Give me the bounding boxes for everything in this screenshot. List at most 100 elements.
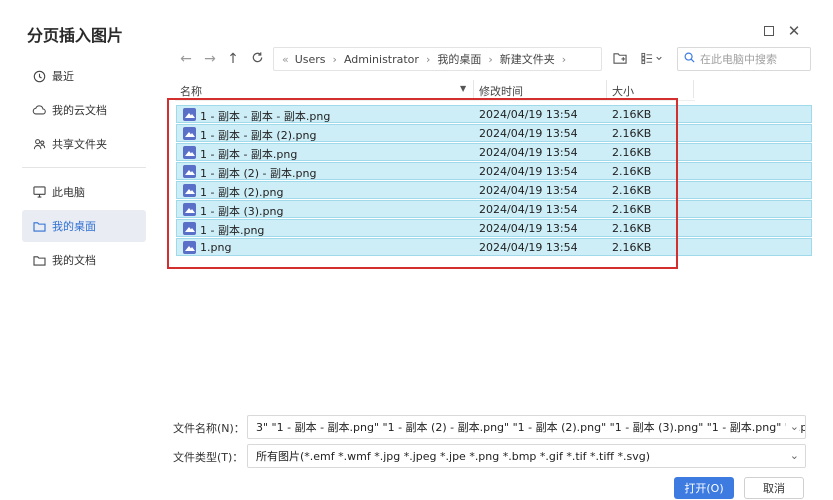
file-row[interactable]: 1 - 副本 (2) - 副本.png 2024/04/19 13:54 2.1…	[176, 162, 812, 180]
filetype-label: 文件类型(T)：	[173, 451, 244, 464]
sidebar-item-this-pc[interactable]: 此电脑	[22, 176, 146, 208]
maximize-icon	[764, 26, 774, 36]
share-icon	[32, 137, 46, 151]
folder-icon	[32, 253, 46, 267]
clock-icon	[32, 69, 46, 83]
image-file-icon	[183, 108, 196, 121]
sidebar-item-cloud-docs[interactable]: 我的云文档	[22, 94, 146, 126]
insert-picture-dialog: 分页插入图片 ✕ 最近 我的云文档 共享文件夹 此电脑 我的桌面 我的文档 ← …	[0, 0, 833, 500]
image-file-icon	[183, 203, 196, 216]
search-icon	[684, 52, 695, 66]
sidebar-item-label: 我的云文档	[52, 104, 107, 117]
file-row[interactable]: 1 - 副本.png 2024/04/19 13:54 2.16KB	[176, 219, 812, 237]
file-row[interactable]: 1 - 副本 - 副本 (2).png 2024/04/19 13:54 2.1…	[176, 124, 812, 142]
file-size: 2.16KB	[612, 165, 652, 178]
close-icon: ✕	[787, 22, 801, 40]
file-size: 2.16KB	[612, 222, 652, 235]
image-file-icon	[183, 241, 196, 254]
up-button[interactable]: ↑	[223, 49, 243, 69]
image-file-icon	[183, 127, 196, 140]
view-mode-button[interactable]	[639, 50, 667, 68]
file-size: 2.16KB	[612, 127, 652, 140]
new-folder-button[interactable]	[611, 50, 629, 68]
chevron-down-icon[interactable]: ⌄	[785, 420, 799, 433]
filename-field[interactable]: 3" "1 - 副本 - 副本.png" "1 - 副本 (2) - 副本.pn…	[247, 415, 806, 439]
file-modified: 2024/04/19 13:54	[479, 127, 578, 140]
header-divider	[175, 100, 695, 101]
folder-icon	[32, 219, 46, 233]
list-view-icon	[641, 50, 665, 69]
refresh-icon	[251, 51, 264, 68]
chevron-right-icon: ›	[332, 52, 337, 66]
file-size: 2.16KB	[612, 146, 652, 159]
sidebar-item-label: 我的桌面	[52, 220, 96, 233]
file-name: 1 - 副本 - 副本 - 副本.png	[200, 110, 331, 123]
breadcrumb-overflow[interactable]: «	[282, 53, 289, 66]
column-divider[interactable]	[473, 80, 474, 98]
file-name: 1 - 副本 (3).png	[200, 205, 284, 218]
new-folder-icon	[612, 50, 628, 69]
file-size: 2.16KB	[612, 203, 652, 216]
search-box[interactable]	[677, 47, 811, 71]
file-row[interactable]: 1.png 2024/04/19 13:54 2.16KB	[176, 238, 812, 256]
image-file-icon	[183, 146, 196, 159]
file-modified: 2024/04/19 13:54	[479, 241, 578, 254]
column-header-size[interactable]: 大小	[612, 83, 634, 99]
breadcrumb-item-desktop[interactable]: 我的桌面	[437, 51, 481, 67]
file-name: 1 - 副本 - 副本 (2).png	[200, 129, 317, 142]
search-input[interactable]	[700, 52, 805, 66]
column-divider[interactable]	[693, 80, 694, 98]
file-modified: 2024/04/19 13:54	[479, 203, 578, 216]
column-divider[interactable]	[606, 80, 607, 98]
sidebar-item-label: 此电脑	[52, 186, 85, 199]
sidebar-item-label: 我的文档	[52, 254, 96, 267]
refresh-button[interactable]	[247, 49, 267, 69]
file-modified: 2024/04/19 13:54	[479, 146, 578, 159]
breadcrumb-item-new-folder[interactable]: 新建文件夹	[500, 51, 555, 67]
dialog-title: 分页插入图片	[27, 26, 124, 45]
file-row[interactable]: 1 - 副本 (2).png 2024/04/19 13:54 2.16KB	[176, 181, 812, 199]
file-modified: 2024/04/19 13:54	[479, 222, 578, 235]
file-row[interactable]: 1 - 副本 (3).png 2024/04/19 13:54 2.16KB	[176, 200, 812, 218]
open-button[interactable]: 打开(O)	[674, 477, 734, 499]
file-name: 1 - 副本 (2) - 副本.png	[200, 167, 317, 180]
sidebar-divider	[22, 167, 146, 168]
arrow-up-icon: ↑	[227, 51, 239, 67]
sidebar-item-recent[interactable]: 最近	[22, 60, 146, 92]
arrow-left-icon: ←	[180, 51, 192, 67]
sort-desc-icon: ▼	[460, 84, 467, 93]
filetype-select[interactable]: 所有图片(*.emf *.wmf *.jpg *.jpeg *.jpe *.pn…	[247, 444, 806, 468]
breadcrumb: « Users › Administrator › 我的桌面 › 新建文件夹 ›	[273, 47, 602, 71]
column-header-modified[interactable]: 修改时间	[479, 83, 523, 99]
file-row[interactable]: 1 - 副本 - 副本 - 副本.png 2024/04/19 13:54 2.…	[176, 105, 812, 123]
filetype-value: 所有图片(*.emf *.wmf *.jpg *.jpeg *.jpe *.pn…	[256, 450, 651, 463]
file-name: 1 - 副本 - 副本.png	[200, 148, 298, 161]
sidebar-item-my-documents[interactable]: 我的文档	[22, 244, 146, 276]
chevron-right-icon: ›	[425, 52, 431, 66]
file-name: 1 - 副本.png	[200, 224, 265, 237]
forward-button[interactable]: →	[200, 49, 220, 69]
breadcrumb-item-administrator[interactable]: Administrator	[344, 53, 419, 66]
column-header-name[interactable]: 名称	[180, 83, 202, 99]
image-file-icon	[183, 184, 196, 197]
sidebar-item-shared-folder[interactable]: 共享文件夹	[22, 128, 146, 160]
close-button[interactable]: ✕	[785, 22, 803, 40]
image-file-icon	[183, 165, 196, 178]
computer-icon	[32, 185, 46, 199]
file-modified: 2024/04/19 13:54	[479, 165, 578, 178]
file-name: 1.png	[200, 241, 232, 254]
chevron-down-icon[interactable]: ⌄	[785, 449, 799, 462]
cancel-button[interactable]: 取消	[744, 477, 804, 499]
breadcrumb-item-users[interactable]: Users	[295, 53, 326, 66]
file-size: 2.16KB	[612, 108, 652, 121]
file-size: 2.16KB	[612, 184, 652, 197]
filename-value: 3" "1 - 副本 - 副本.png" "1 - 副本 (2) - 副本.pn…	[256, 421, 806, 434]
sidebar-item-my-desktop[interactable]: 我的桌面	[22, 210, 146, 242]
file-row[interactable]: 1 - 副本 - 副本.png 2024/04/19 13:54 2.16KB	[176, 143, 812, 161]
file-size: 2.16KB	[612, 241, 652, 254]
back-button[interactable]: ←	[176, 49, 196, 69]
sidebar-item-label: 共享文件夹	[52, 138, 107, 151]
cloud-icon	[32, 103, 46, 117]
maximize-button[interactable]	[760, 22, 778, 40]
arrow-right-icon: →	[204, 51, 216, 67]
